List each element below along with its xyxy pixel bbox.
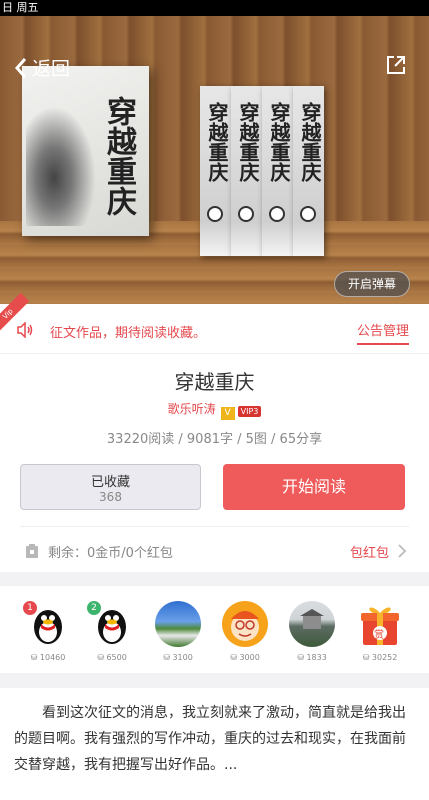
book-info-card: Vip 征文作品，期待阅读收藏。 公告管理 穿越重庆 歌乐听涛 V VIP3 332… (0, 292, 429, 572)
author-name[interactable]: 歌乐听涛 (168, 402, 216, 416)
donor-amount-value: 3100 (172, 653, 193, 662)
favorite-count: 368 (99, 490, 122, 504)
speaker-icon (16, 321, 34, 342)
landscape-avatar (155, 601, 201, 647)
donor-amount-value: 1833 (306, 653, 327, 662)
book-stats: 33220阅读 / 9081字 / 5图 / 65分享 (106, 432, 323, 447)
announcement-bar: Vip 征文作品，期待阅读收藏。 公告管理 (0, 292, 429, 354)
cover-title: 穿越重庆 (101, 96, 136, 216)
back-label: 返回 (32, 58, 71, 80)
donor-amount: ⛁ 3100 (163, 653, 193, 662)
donor-amount: ⛁ 6500 (97, 653, 127, 662)
spine-emblem (269, 206, 285, 222)
spine-emblem (207, 206, 223, 222)
book-excerpt[interactable]: 看到这次征文的消息，我立刻就来了激动，简直就是给我出的题目啊。我有强烈的写作冲动… (0, 688, 429, 800)
donor-amount-value: 6500 (106, 653, 127, 662)
spine-title: 穿越重庆 (267, 102, 291, 182)
book-spine: 穿越重庆 (262, 86, 293, 256)
book-cover-banner: 穿越重庆 穿越重庆 穿越重庆 穿越重庆 穿越重庆 返回 开启弹幕 (0, 16, 429, 304)
donor-amount: ⛁ 3000 (230, 653, 260, 662)
rank-badge: 2 (87, 601, 101, 615)
spine-title: 穿越重庆 (236, 102, 260, 182)
gift-badge-text: 赏 (374, 630, 384, 641)
red-envelope-icon (24, 543, 40, 563)
share-button[interactable] (385, 54, 407, 80)
give-red-envelope-link[interactable]: 包红包 (350, 542, 389, 561)
wallet-row[interactable]: 剩余：0金币/0个红包 包红包 (20, 526, 409, 572)
share-icon (387, 56, 405, 74)
favorite-button[interactable]: 已收藏 368 (20, 464, 201, 510)
announcement-manage-link[interactable]: 公告管理 (356, 320, 409, 345)
donor-amount-value: 30252 (371, 653, 398, 662)
favorite-label: 已收藏 (90, 475, 130, 490)
back-button[interactable]: 返回 (14, 54, 70, 81)
chevron-right-icon (397, 543, 407, 562)
status-text: 日 周五 (2, 1, 39, 14)
spine-emblem (238, 206, 254, 222)
spine-title: 穿越重庆 (298, 102, 322, 182)
donor-item[interactable]: ⛁ 1833 (287, 601, 337, 662)
donor-amount-value: 3000 (239, 653, 260, 662)
status-bar: 日 周五 (0, 0, 429, 16)
donor-amount: ⛁ 1833 (297, 653, 327, 662)
vip-badge: VIP3 (237, 406, 262, 417)
donor-amount: ⛁ 10460 (30, 653, 66, 662)
verified-badge: V (220, 407, 235, 420)
donor-amount-value: 10460 (39, 653, 66, 662)
spine-title: 穿越重庆 (205, 102, 229, 182)
danmu-toggle-button[interactable]: 开启弹幕 (334, 271, 410, 297)
chevron-left-icon (14, 57, 27, 78)
cartoon-avatar (222, 601, 268, 647)
book-spine: 穿越重庆 (231, 86, 262, 256)
donor-item[interactable]: ⛁ 3100 (153, 601, 203, 662)
donor-item[interactable]: ⛁ 3000 (220, 601, 270, 662)
author-line: 歌乐听涛 V VIP3 (0, 400, 429, 420)
donor-item[interactable]: 1 ⛁ 10460 (23, 601, 73, 662)
spine-emblem (300, 206, 316, 222)
building-avatar (289, 601, 335, 647)
announcement-text: 征文作品，期待阅读收藏。 (50, 326, 207, 341)
excerpt-text: 看到这次征文的消息，我立刻就来了激动，简直就是给我出的题目啊。我有强烈的写作冲动… (14, 705, 406, 773)
rank-badge: 1 (23, 601, 37, 615)
donor-amount: ⛁ 30252 (362, 653, 398, 662)
start-reading-button[interactable]: 开始阅读 (223, 464, 405, 510)
book-spine: 穿越重庆 (293, 86, 324, 256)
book-title: 穿越重庆 (174, 370, 255, 394)
ink-painting (26, 106, 96, 226)
donor-list: 1 ⛁ 10460 2 ⛁ 6500 ⛁ 3100 ⛁ 3000 ⛁ 1833 … (0, 586, 429, 673)
gift-box-avatar: 赏 (357, 601, 403, 647)
book-cover-front: 穿越重庆 (22, 66, 149, 236)
donor-item[interactable]: 赏 ⛁ 30252 (355, 601, 405, 662)
donor-item[interactable]: 2 ⛁ 6500 (87, 601, 137, 662)
wallet-remaining: 剩余：0金币/0个红包 (48, 546, 173, 561)
book-spine: 穿越重庆 (200, 86, 231, 256)
